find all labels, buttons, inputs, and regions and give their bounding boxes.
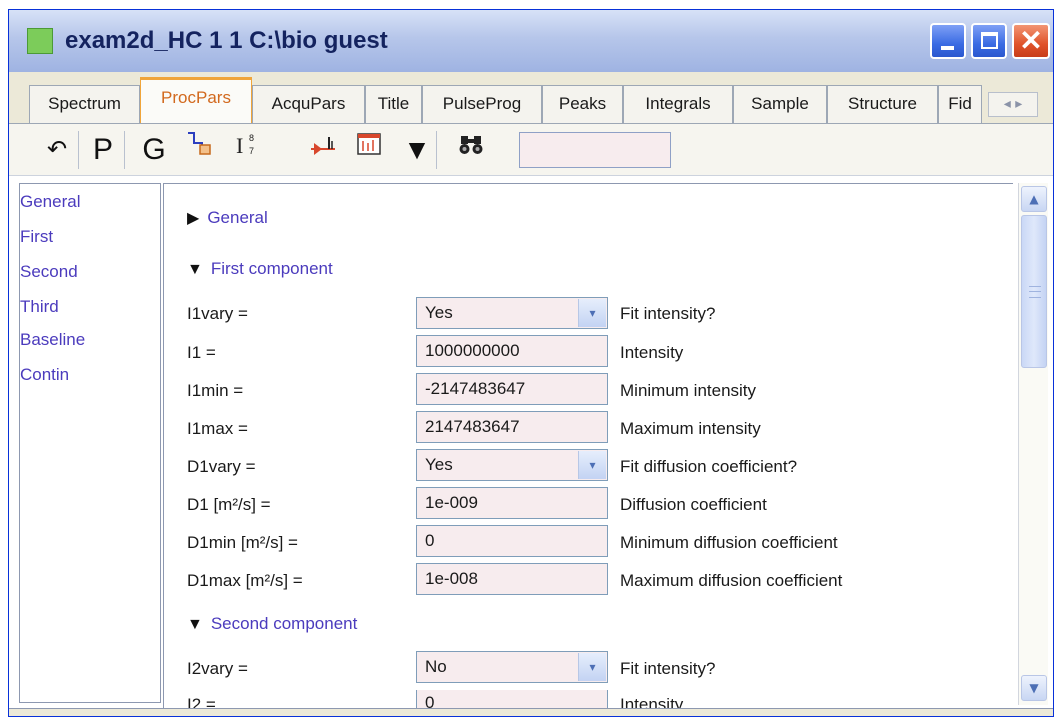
toolbar-separator (124, 131, 125, 169)
section-second-label: Second component (210, 614, 358, 633)
scroll-right-icon[interactable]: ▸ (1015, 96, 1022, 112)
i1vary-select[interactable]: Yes ▾ (416, 297, 608, 329)
param-label: I1max = (187, 419, 248, 438)
scroll-left-icon[interactable]: ◂ (1004, 96, 1011, 112)
section-general-label: General (207, 208, 268, 227)
expanded-arrow-icon: ▼ (187, 261, 203, 278)
nav-item-contin[interactable]: Contin (20, 365, 69, 385)
tab-title[interactable]: Title (365, 85, 422, 123)
param-description: Fit intensity? (620, 304, 716, 323)
tab-procpars[interactable]: ProcPars (140, 77, 252, 124)
i1-input[interactable]: 1000000000 (416, 335, 608, 367)
svg-text:7: 7 (249, 146, 254, 156)
expanded-arrow-icon: ▼ (187, 616, 203, 633)
toolbar-separator (436, 131, 437, 169)
clipped-row: I2 = 0 Intensity (163, 690, 1009, 708)
section-general-header[interactable]: ▶ General (187, 208, 268, 228)
nav-item-second[interactable]: Second (20, 262, 78, 282)
tab-peaks[interactable]: Peaks (542, 85, 623, 123)
param-description: Intensity (620, 695, 684, 708)
window-title: exam2d_HC 1 1 C:\bio guest (65, 27, 388, 54)
integral-icon[interactable]: I8 7 (228, 129, 266, 171)
scroll-up-button[interactable]: ▲ (1021, 186, 1047, 212)
param-label: I1min = (187, 381, 244, 400)
nav-item-third[interactable]: Third (20, 297, 59, 317)
phase-correction-icon[interactable] (180, 129, 218, 171)
i2-input[interactable]: 0 (416, 690, 608, 708)
param-label: I1vary = (187, 304, 248, 323)
select-value: No (425, 657, 447, 676)
svg-text:8: 8 (249, 133, 254, 143)
nav-item-general[interactable]: General (20, 192, 80, 212)
i1max-input[interactable]: 2147483647 (416, 411, 608, 443)
section-nav: General First Second Third Baseline Cont… (19, 183, 161, 703)
param-label: D1vary = (187, 457, 256, 476)
close-icon: ✕ (1019, 25, 1043, 56)
param-description: Minimum intensity (620, 381, 757, 400)
param-label: D1max [m²/s] = (187, 571, 303, 590)
maximize-button[interactable] (971, 23, 1007, 59)
param-description: Diffusion coefficient (620, 495, 767, 514)
undo-icon[interactable]: ↶ (38, 129, 76, 171)
param-description: Intensity (620, 343, 684, 362)
param-description: Maximum intensity (620, 419, 761, 438)
binoculars-icon[interactable] (452, 129, 490, 171)
scroll-down-button[interactable]: ▼ (1021, 675, 1047, 701)
d1min-input[interactable]: 0 (416, 525, 608, 557)
close-button[interactable]: ✕ (1012, 23, 1050, 59)
collapsed-arrow-icon: ▶ (187, 210, 200, 227)
tab-scroll-buttons[interactable]: ◂ ▸ (988, 92, 1038, 117)
scroll-thumb[interactable] (1021, 215, 1047, 368)
param-label: I2 = (187, 695, 216, 708)
param-label: D1min [m²/s] = (187, 533, 298, 552)
nav-item-baseline[interactable]: Baseline (20, 330, 85, 350)
section-first-label: First component (210, 259, 333, 278)
window-bottom-border (9, 708, 1053, 716)
grip-icon (1029, 286, 1041, 298)
i1min-input[interactable]: -2147483647 (416, 373, 608, 405)
param-label: D1 [m²/s] = (187, 495, 271, 514)
param-description: Fit intensity? (620, 659, 716, 678)
select-value: Yes (425, 303, 453, 322)
spectrum-window-icon[interactable] (350, 129, 388, 171)
minimize-icon (941, 46, 954, 50)
svg-text:I: I (236, 133, 243, 158)
param-description: Minimum diffusion coefficient (620, 533, 838, 552)
p-button[interactable]: P (84, 129, 122, 171)
nav-item-first[interactable]: First (20, 227, 53, 247)
peak-pick-icon[interactable] (304, 129, 342, 171)
param-label: I2vary = (187, 659, 248, 678)
tab-sample[interactable]: Sample (733, 85, 827, 123)
section-second-header[interactable]: ▼ Second component (187, 614, 357, 634)
dropdown-arrow-icon[interactable]: ▼ (398, 129, 436, 171)
search-input[interactable] (519, 132, 671, 168)
select-value: Yes (425, 455, 453, 474)
tab-pulseprog[interactable]: PulseProg (422, 85, 542, 123)
minimize-button[interactable] (930, 23, 966, 59)
chevron-down-icon[interactable]: ▾ (578, 653, 606, 681)
maximize-icon (981, 32, 998, 49)
g-button[interactable]: G (135, 129, 173, 171)
tab-spectrum[interactable]: Spectrum (29, 85, 140, 123)
tab-fid[interactable]: Fid (938, 85, 982, 123)
tab-integrals[interactable]: Integrals (623, 85, 733, 123)
tab-acqupars[interactable]: AcquPars (252, 85, 365, 123)
app-icon (27, 28, 53, 54)
chevron-down-icon[interactable]: ▾ (578, 451, 606, 479)
toolbar-separator (78, 131, 79, 169)
d1vary-select[interactable]: Yes ▾ (416, 449, 608, 481)
vertical-scrollbar[interactable]: ▲ ▼ (1018, 183, 1048, 705)
title-bar[interactable]: exam2d_HC 1 1 C:\bio guest ✕ (9, 10, 1053, 72)
d1max-input[interactable]: 1e-008 (416, 563, 608, 595)
tab-structure[interactable]: Structure (827, 85, 938, 123)
d1-input[interactable]: 1e-009 (416, 487, 608, 519)
param-description: Maximum diffusion coefficient (620, 571, 843, 590)
param-description: Fit diffusion coefficient? (620, 457, 798, 476)
i2vary-select[interactable]: No ▾ (416, 651, 608, 683)
param-label: I1 = (187, 343, 216, 362)
chevron-down-icon[interactable]: ▾ (578, 299, 606, 327)
section-first-header[interactable]: ▼ First component (187, 259, 333, 279)
